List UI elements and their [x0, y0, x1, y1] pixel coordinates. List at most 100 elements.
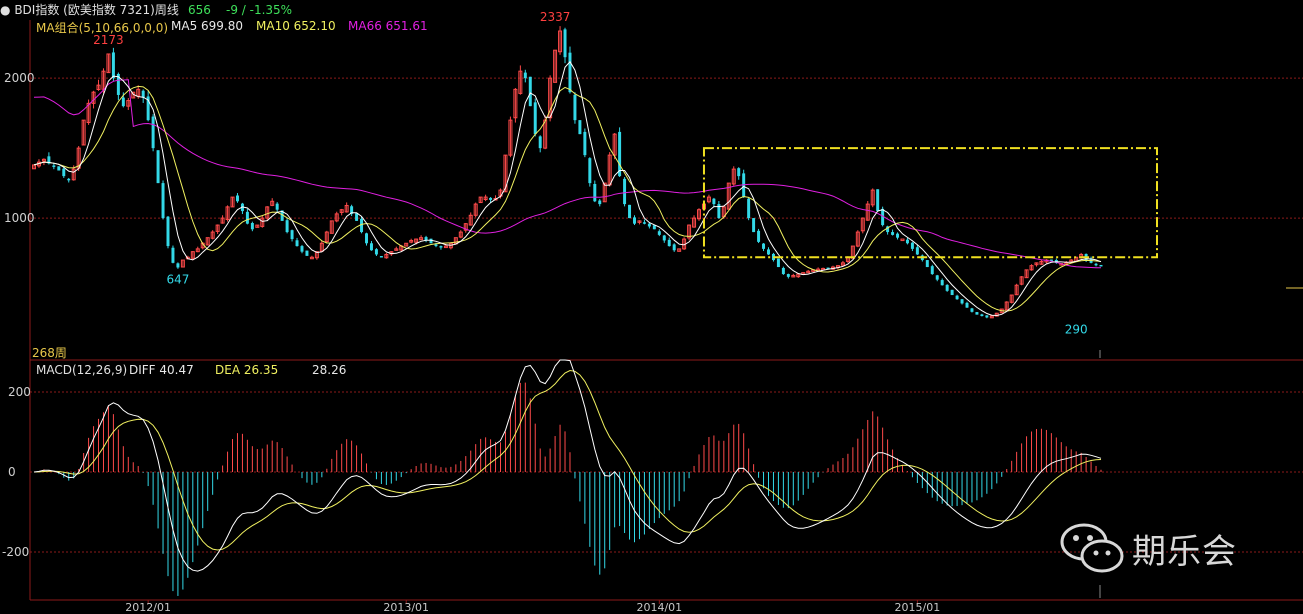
ma10-line — [33, 85, 1102, 312]
candle-down — [752, 218, 756, 233]
candle-down — [896, 233, 900, 238]
price-tick-label: 2000 — [4, 71, 35, 85]
candle-down — [369, 243, 373, 251]
candle-down — [300, 246, 304, 252]
macd-diff: DIFF 40.47 — [129, 363, 194, 377]
price-extreme-label: 2337 — [540, 10, 571, 24]
ma5-label: MA5 699.80 — [171, 19, 243, 33]
candle-down — [905, 239, 909, 244]
watermark: 期乐会 — [1058, 520, 1278, 580]
candle-down — [985, 315, 989, 318]
candle-down — [975, 312, 979, 315]
candle-down — [573, 94, 577, 121]
candle-down — [662, 235, 666, 241]
candle-down — [747, 198, 751, 219]
symbol-bullet-icon: ● — [0, 3, 11, 17]
watermark-text: 期乐会 — [1132, 532, 1237, 572]
macd-tick-label: -200 — [2, 545, 29, 559]
price-extreme-label: 647 — [166, 272, 189, 286]
candle-down — [563, 29, 567, 58]
candle-down — [365, 233, 368, 244]
candle-down — [489, 197, 493, 200]
candle-down — [672, 244, 676, 251]
candle-down — [528, 76, 532, 107]
candle-down — [955, 295, 959, 300]
candle-down — [176, 263, 180, 268]
dea-line — [33, 369, 1102, 551]
candle-down — [930, 266, 934, 275]
candle-down — [111, 52, 115, 79]
macd-tick-label: 0 — [8, 465, 16, 479]
candle-down — [235, 195, 239, 202]
candle-down — [960, 299, 964, 304]
candle-down — [355, 213, 359, 221]
candle-down — [121, 97, 125, 107]
candle-down — [618, 131, 622, 177]
candle-down — [786, 274, 790, 277]
candle-down — [295, 240, 299, 247]
candle-down — [533, 102, 537, 135]
candle-down — [1099, 264, 1103, 267]
price-extreme-label: 290 — [1065, 322, 1088, 336]
candle-down — [523, 72, 527, 79]
candle-down — [62, 168, 66, 177]
ma5-line — [33, 60, 1102, 317]
candle-down — [598, 200, 602, 205]
candle-down — [657, 231, 661, 235]
candle-down — [667, 239, 671, 247]
macd-value: 28.26 — [312, 363, 347, 377]
candle-down — [762, 243, 766, 249]
candle-down — [275, 203, 279, 210]
candle-down — [429, 238, 433, 244]
candle-down — [970, 308, 974, 312]
annotation-box — [702, 147, 1158, 259]
candle-down — [439, 246, 443, 248]
candle-down — [940, 280, 944, 286]
x-tick-label: 2013/01 — [383, 601, 429, 614]
candle-down — [568, 52, 572, 93]
wechat-icon — [1060, 523, 1124, 573]
ma66-line — [33, 79, 1102, 269]
candle-down — [642, 222, 646, 224]
candle-down — [767, 249, 770, 255]
candle-down — [434, 244, 438, 247]
candle-down — [781, 267, 785, 275]
x-tick-label: 2014/01 — [636, 601, 682, 614]
candle-down — [891, 232, 895, 235]
candle-down — [757, 230, 761, 242]
candle-down — [305, 250, 309, 256]
candle-down — [980, 314, 984, 317]
candle-down — [945, 284, 949, 291]
candle-down — [245, 211, 249, 224]
period-count-label: 268周 — [32, 346, 67, 360]
ma10-label: MA10 652.10 — [256, 19, 336, 33]
candle-down — [776, 258, 780, 268]
candle-down — [925, 260, 929, 268]
candle-down — [583, 131, 587, 156]
candle-down — [538, 136, 542, 149]
candle-down — [285, 220, 289, 233]
price-tick-label: 1000 — [4, 211, 35, 225]
macd-dea: DEA 26.35 — [215, 363, 279, 377]
symbol-label: BDI指数 (欧美指数 7321)周线 — [14, 3, 179, 17]
candle-down — [915, 247, 919, 255]
candle-down — [712, 198, 716, 205]
candle-down — [876, 189, 880, 212]
candle-down — [374, 249, 378, 255]
candle-down — [628, 204, 632, 219]
candle-down — [250, 223, 254, 230]
candle-down — [166, 216, 170, 247]
ma66-label: MA66 651.61 — [348, 19, 428, 33]
candle-up — [900, 238, 905, 242]
candle-down — [578, 120, 582, 135]
candle-down — [151, 116, 155, 149]
candle-down — [290, 230, 294, 240]
candle-down — [950, 289, 954, 296]
candle-down — [633, 217, 636, 224]
x-tick-label: 2012/01 — [125, 601, 171, 614]
candle-down — [935, 275, 939, 280]
candle-down — [965, 302, 969, 308]
candle-down — [379, 256, 383, 258]
candle-down — [910, 242, 914, 249]
macd-name: MACD(12,26,9) — [36, 363, 128, 377]
